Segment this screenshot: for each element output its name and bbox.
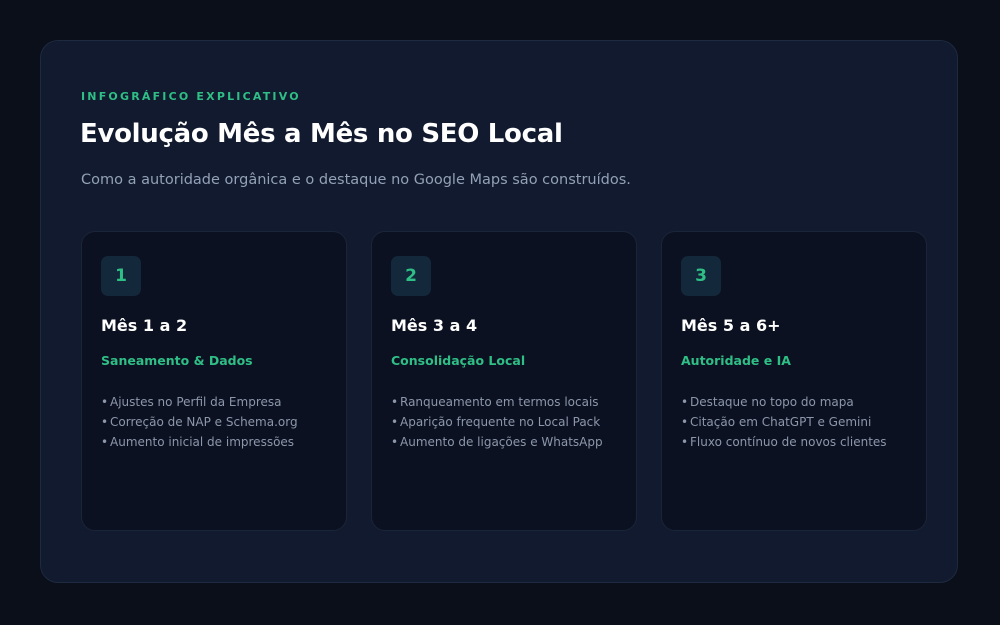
phase-card-1: 1 Mês 1 a 2 Saneamento & Dados • Ajustes … bbox=[81, 231, 347, 531]
list-item-text: Aparição frequente no Local Pack bbox=[400, 415, 601, 429]
bullet-icon: • bbox=[101, 395, 109, 409]
phase-card-2: 2 Mês 3 a 4 Consolidação Local • Ranqueam… bbox=[371, 231, 637, 531]
bullet-icon: • bbox=[681, 415, 689, 429]
list-item: • Aumento de ligações e WhatsApp bbox=[391, 432, 603, 452]
bullet-icon: • bbox=[391, 415, 399, 429]
step-number-badge: 1 bbox=[101, 256, 141, 296]
card-title: Mês 3 a 4 bbox=[391, 316, 478, 335]
list-item: • Ajustes no Perfil da Empresa bbox=[101, 392, 298, 412]
card-item-list: • Destaque no topo do mapa • Citação em Ch… bbox=[681, 392, 887, 452]
list-item: • Aparição frequente no Local Pack bbox=[391, 412, 603, 432]
list-item-text: Ajustes no Perfil da Empresa bbox=[110, 395, 282, 409]
card-item-list: • Ajustes no Perfil da Empresa • Correção … bbox=[101, 392, 298, 452]
bullet-icon: • bbox=[101, 415, 109, 429]
card-subtitle: Saneamento & Dados bbox=[101, 353, 253, 368]
list-item: • Fluxo contínuo de novos clientes bbox=[681, 432, 887, 452]
page-title: Evolução Mês a Mês no SEO Local bbox=[80, 119, 563, 149]
card-subtitle: Consolidação Local bbox=[391, 353, 526, 368]
phase-cards: 1 Mês 1 a 2 Saneamento & Dados • Ajustes … bbox=[81, 231, 927, 531]
infographic-panel: INFOGRÁFICO EXPLICATIVO Evolução Mês a M… bbox=[40, 40, 958, 583]
list-item-text: Citação em ChatGPT e Gemini bbox=[690, 415, 872, 429]
list-item-text: Correção de NAP e Schema.org bbox=[110, 415, 298, 429]
page-subtitle: Como a autoridade orgânica e o destaque … bbox=[81, 172, 631, 188]
step-number-badge: 3 bbox=[681, 256, 721, 296]
card-subtitle: Autoridade e IA bbox=[681, 353, 791, 368]
list-item-text: Ranqueamento em termos locais bbox=[400, 395, 599, 409]
list-item: • Correção de NAP e Schema.org bbox=[101, 412, 298, 432]
eyebrow-label: INFOGRÁFICO EXPLICATIVO bbox=[81, 90, 301, 103]
list-item-text: Aumento de ligações e WhatsApp bbox=[400, 435, 603, 449]
phase-card-3: 3 Mês 5 a 6+ Autoridade e IA • Destaque n… bbox=[661, 231, 927, 531]
list-item: • Destaque no topo do mapa bbox=[681, 392, 887, 412]
card-title: Mês 5 a 6+ bbox=[681, 316, 781, 335]
bullet-icon: • bbox=[681, 395, 689, 409]
list-item-text: Fluxo contínuo de novos clientes bbox=[690, 435, 887, 449]
card-item-list: • Ranqueamento em termos locais • Aparição… bbox=[391, 392, 603, 452]
list-item: • Aumento inicial de impressões bbox=[101, 432, 298, 452]
list-item-text: Destaque no topo do mapa bbox=[690, 395, 854, 409]
card-title: Mês 1 a 2 bbox=[101, 316, 188, 335]
list-item: • Citação em ChatGPT e Gemini bbox=[681, 412, 887, 432]
bullet-icon: • bbox=[391, 395, 399, 409]
list-item-text: Aumento inicial de impressões bbox=[110, 435, 295, 449]
list-item: • Ranqueamento em termos locais bbox=[391, 392, 603, 412]
bullet-icon: • bbox=[391, 435, 399, 449]
step-number-badge: 2 bbox=[391, 256, 431, 296]
bullet-icon: • bbox=[681, 435, 689, 449]
bullet-icon: • bbox=[101, 435, 109, 449]
